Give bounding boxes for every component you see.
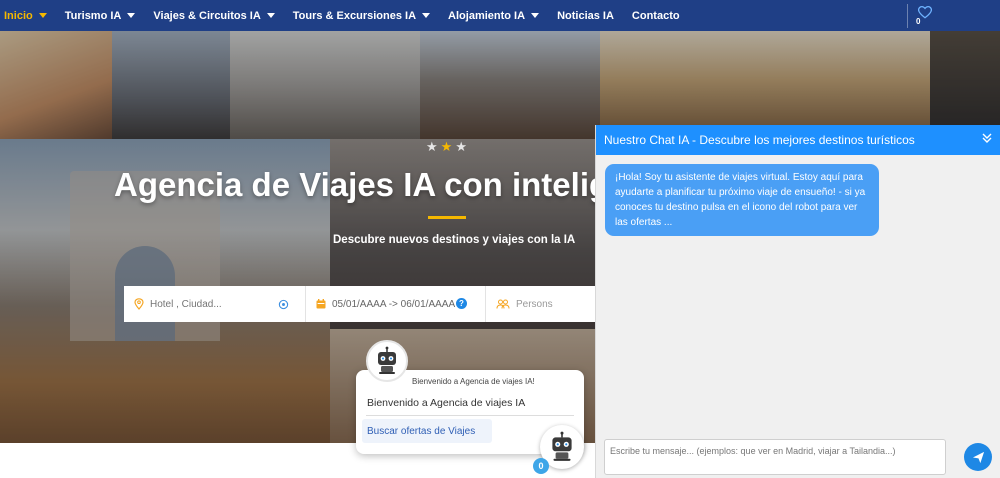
rating-stars: ★ ★ ★ — [426, 140, 467, 153]
robot-icon — [378, 346, 396, 374]
caret-down-icon — [38, 13, 47, 18]
location-field-wrapper — [124, 286, 306, 322]
nav-item-viajes-circuitos[interactable]: Viajes & Circuitos IA — [153, 0, 275, 31]
caret-down-icon — [422, 13, 431, 18]
location-input[interactable] — [150, 298, 270, 310]
question-icon[interactable]: ? — [456, 298, 467, 309]
chat-title: Nuestro Chat IA - Descubre los mejores d… — [604, 133, 915, 147]
star-icon: ★ — [426, 139, 438, 154]
nav-item-contacto[interactable]: Contacto — [632, 0, 680, 31]
date-range-text: 05/01/AAAA -> 06/01/AAAA — [332, 298, 456, 310]
caret-down-icon — [127, 13, 136, 18]
chat-message-input[interactable] — [604, 439, 946, 475]
nav-item-tours-excursiones[interactable]: Tours & Excursiones IA — [292, 0, 431, 31]
main-nav: Inicio Turismo IA Viajes & Circuitos IA … — [0, 0, 1000, 31]
star-icon: ★ — [440, 139, 453, 154]
title-underline — [428, 216, 466, 219]
persons-text: Persons — [516, 298, 553, 310]
hero-subtitle: Descubre nuevos destinos y viajes con la… — [333, 234, 576, 246]
map-pin-icon — [134, 298, 144, 310]
nav-item-inicio[interactable]: Inicio — [4, 0, 47, 31]
caret-down-icon — [266, 13, 275, 18]
notification-badge: 0 — [533, 458, 549, 474]
nav-item-label: Inicio — [4, 9, 33, 22]
chat-message-bubble: ¡Hola! Soy tu asistente de viajes virtua… — [605, 164, 879, 236]
nav-item-turismo-ia[interactable]: Turismo IA — [65, 0, 136, 31]
persons-field[interactable]: Persons — [486, 286, 600, 322]
crosshair-icon[interactable] — [278, 299, 289, 310]
search-bar: 05/01/AAAA -> 06/01/AAAA ? Persons — [124, 286, 600, 322]
users-icon — [496, 299, 510, 309]
welcome-message: Bienvenido a Agencia de viajes IA — [367, 397, 526, 409]
welcome-divider — [366, 415, 574, 416]
send-icon — [972, 451, 984, 463]
date-field[interactable]: 05/01/AAAA -> 06/01/AAAA ? — [306, 286, 486, 322]
nav-item-label: Tours & Excursiones IA — [292, 9, 417, 22]
chat-panel: Nuestro Chat IA - Descubre los mejores d… — [595, 125, 1000, 478]
caret-down-icon — [531, 13, 540, 18]
welcome-caption: Bienvenido a Agencia de viajes IA! — [412, 377, 535, 386]
nav-item-noticias[interactable]: Noticias IA — [557, 0, 614, 31]
nav-item-label: Turismo IA — [64, 9, 122, 22]
nav-item-label: Contacto — [631, 9, 680, 22]
star-icon: ★ — [455, 139, 467, 154]
favorites-button[interactable]: 0 — [916, 6, 936, 28]
favorites-count: 0 — [916, 17, 921, 26]
robot-icon — [552, 431, 572, 461]
nav-item-alojamiento[interactable]: Alojamiento IA — [448, 0, 540, 31]
chat-header[interactable]: Nuestro Chat IA - Descubre los mejores d… — [596, 125, 1000, 155]
nav-item-label: Alojamiento IA — [448, 9, 526, 22]
nav-item-label: Noticias IA — [557, 9, 614, 22]
send-button[interactable] — [964, 443, 992, 471]
robot-avatar — [366, 340, 408, 382]
nav-item-label: Viajes & Circuitos IA — [153, 9, 261, 22]
nav-divider — [907, 4, 908, 28]
search-offers-button[interactable]: Buscar ofertas de Viajes — [362, 419, 492, 443]
chevron-double-down-icon[interactable] — [981, 132, 993, 144]
calendar-icon — [316, 299, 326, 309]
